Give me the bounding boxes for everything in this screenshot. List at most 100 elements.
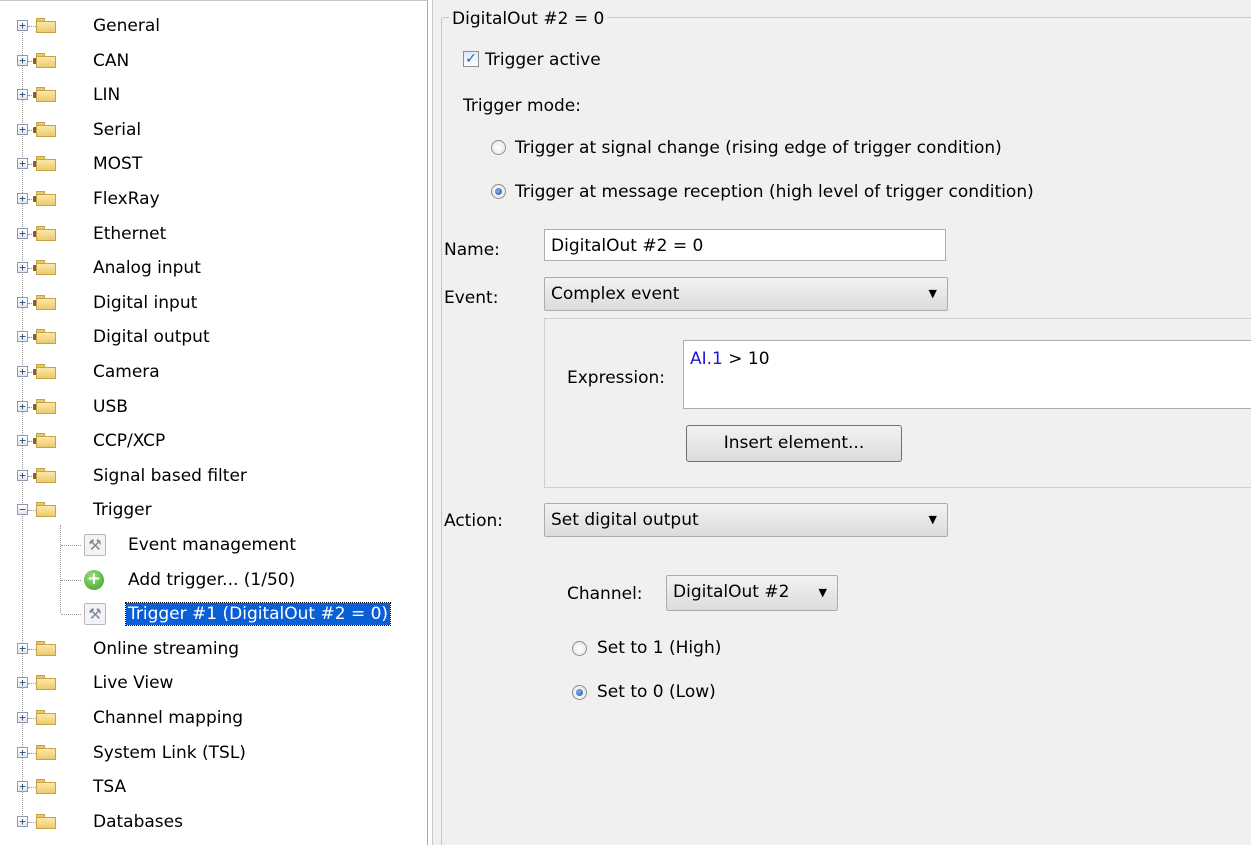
expression-label: Expression: bbox=[567, 368, 666, 388]
plug-folder-icon bbox=[36, 260, 56, 276]
expand-icon[interactable]: + bbox=[17, 20, 28, 31]
folder-icon bbox=[36, 502, 56, 518]
tree-item-label: CCP/XCP bbox=[93, 431, 166, 452]
tree-item-databases[interactable]: + Databases bbox=[0, 805, 427, 839]
tree-item-analog-input[interactable]: + Analog input bbox=[0, 251, 427, 285]
action-label: Action: bbox=[444, 511, 503, 531]
expand-icon[interactable]: + bbox=[17, 262, 28, 274]
tree-item-channel-mapping[interactable]: + Channel mapping bbox=[0, 701, 427, 735]
insert-element-button-label: Insert element... bbox=[723, 433, 865, 453]
groupbox-title: DigitalOut #2 = 0 bbox=[449, 9, 608, 29]
name-input[interactable]: DigitalOut #2 = 0 bbox=[544, 229, 946, 261]
tree-connector bbox=[28, 510, 36, 512]
expand-icon[interactable]: + bbox=[17, 158, 28, 170]
folder-icon bbox=[36, 779, 56, 795]
tree-item-label: Digital output bbox=[93, 327, 210, 348]
tree-item-system-link-tsl[interactable]: + System Link (TSL) bbox=[0, 736, 427, 770]
tree-item-online-streaming[interactable]: + Online streaming bbox=[0, 632, 427, 666]
tree-item-trigger-child[interactable]: ⚒ Trigger #1 (DigitalOut #2 = 0) bbox=[0, 597, 427, 631]
event-dropdown[interactable]: Complex event ▼ bbox=[544, 277, 948, 311]
mode-message-reception-label[interactable]: Trigger at message reception (high level… bbox=[515, 182, 1034, 202]
tree-item-label: Ethernet bbox=[93, 223, 167, 244]
expand-icon[interactable]: + bbox=[17, 400, 28, 412]
tree-item-label: LIN bbox=[93, 85, 121, 106]
plug-folder-icon bbox=[36, 364, 56, 379]
tree-item-serial[interactable]: + Serial bbox=[0, 113, 427, 147]
expand-icon[interactable]: + bbox=[17, 227, 28, 239]
trigger-active-label[interactable]: Trigger active bbox=[485, 50, 601, 70]
collapse-icon[interactable]: − bbox=[17, 504, 28, 516]
tree-item-camera[interactable]: + Camera bbox=[0, 355, 427, 389]
checkmark-icon: ✓ bbox=[463, 51, 479, 67]
trigger-active-checkbox[interactable]: ✓ bbox=[463, 51, 479, 67]
tree-item-ccp-xcp[interactable]: + CCP/XCP bbox=[0, 424, 427, 458]
folder-icon bbox=[36, 18, 56, 33]
tree-item-lin[interactable]: + LIN bbox=[0, 78, 427, 112]
event-label: Event: bbox=[444, 288, 499, 308]
set-low-radio[interactable] bbox=[572, 685, 587, 700]
tree-item-label: FlexRay bbox=[93, 189, 160, 209]
tree-connector bbox=[61, 545, 81, 546]
plug-folder-icon bbox=[36, 156, 56, 172]
expand-icon[interactable]: + bbox=[17, 366, 28, 377]
trigger-mode-label: Trigger mode: bbox=[463, 96, 581, 116]
tree-item-label: Event management bbox=[128, 535, 296, 555]
plug-folder-icon bbox=[36, 52, 56, 68]
tree-item-ethernet[interactable]: + Ethernet bbox=[0, 217, 427, 251]
expand-icon[interactable]: + bbox=[17, 123, 28, 135]
tree-item-label: TSA bbox=[93, 777, 127, 798]
expand-icon[interactable]: + bbox=[17, 781, 28, 793]
tree-item-flexray[interactable]: + FlexRay bbox=[0, 182, 427, 216]
tree-item-label: Analog input bbox=[93, 258, 201, 279]
mode-message-reception-radio[interactable] bbox=[491, 184, 506, 199]
plug-folder-icon bbox=[36, 191, 56, 206]
insert-element-button[interactable]: Insert element... bbox=[686, 425, 902, 462]
tree-item-digital-input[interactable]: + Digital input bbox=[0, 286, 427, 320]
expand-icon[interactable]: + bbox=[17, 54, 28, 66]
expand-icon[interactable]: + bbox=[17, 746, 28, 758]
channel-dropdown[interactable]: DigitalOut #2 ▼ bbox=[666, 575, 838, 611]
expand-icon[interactable]: + bbox=[17, 469, 28, 481]
tree-connector bbox=[28, 787, 36, 789]
tree-item-general[interactable]: + General bbox=[0, 9, 427, 43]
expand-icon[interactable]: + bbox=[17, 89, 28, 101]
set-high-label[interactable]: Set to 1 (High) bbox=[597, 638, 721, 658]
tree-item-tsa[interactable]: + TSA bbox=[0, 770, 427, 804]
tree-item-label: CAN bbox=[93, 50, 130, 71]
expand-icon[interactable]: + bbox=[17, 435, 28, 447]
settings-tree[interactable]: + General + CAN + LIN + Serial + MOST + FlexRay + Eth… bbox=[0, 0, 428, 845]
chevron-down-icon: ▼ bbox=[818, 586, 827, 599]
tree-item-signal-based-filter[interactable]: + Signal based filter bbox=[0, 459, 427, 493]
tree-item-label: MOST bbox=[93, 154, 143, 175]
name-input-value: DigitalOut #2 = 0 bbox=[551, 236, 704, 256]
expand-icon[interactable]: + bbox=[17, 815, 28, 827]
action-dropdown[interactable]: Set digital output ▼ bbox=[544, 503, 948, 537]
tree-connector bbox=[28, 718, 36, 719]
selected-tree-item-label: Trigger #1 (DigitalOut #2 = 0) bbox=[124, 602, 392, 627]
mode-signal-change-radio[interactable] bbox=[491, 140, 506, 155]
tree-item-trigger[interactable]: − Trigger bbox=[0, 493, 427, 527]
tree-item-trigger-child[interactable]: + Add trigger... (1/50) bbox=[0, 563, 427, 597]
tree-connector bbox=[28, 26, 36, 27]
expression-input[interactable]: AI.1 > 10 bbox=[683, 340, 1251, 409]
set-low-label[interactable]: Set to 0 (Low) bbox=[597, 682, 716, 702]
expand-icon[interactable]: + bbox=[17, 712, 28, 723]
set-high-radio[interactable] bbox=[572, 641, 587, 656]
expand-icon[interactable]: + bbox=[17, 677, 28, 689]
tree-item-most[interactable]: + MOST bbox=[0, 147, 427, 181]
expand-icon[interactable]: + bbox=[17, 331, 28, 343]
tree-item-live-view[interactable]: + Live View bbox=[0, 666, 427, 700]
tree-item-digital-output[interactable]: + Digital output bbox=[0, 320, 427, 354]
tree-item-label: Online streaming bbox=[93, 638, 240, 659]
tree-item-trigger-child[interactable]: ⚒ Event management bbox=[0, 528, 427, 562]
plug-folder-icon bbox=[36, 433, 56, 449]
expand-icon[interactable]: + bbox=[17, 642, 28, 654]
tree-connector bbox=[28, 648, 36, 650]
expand-icon[interactable]: + bbox=[17, 193, 28, 204]
tree-item-can[interactable]: + CAN bbox=[0, 44, 427, 78]
tree-item-usb[interactable]: + USB bbox=[0, 390, 427, 424]
tree-item-label: Databases bbox=[93, 811, 183, 832]
mode-signal-change-label[interactable]: Trigger at signal change (rising edge of… bbox=[515, 138, 1002, 158]
plug-folder-icon bbox=[36, 329, 56, 345]
expand-icon[interactable]: + bbox=[17, 296, 28, 308]
